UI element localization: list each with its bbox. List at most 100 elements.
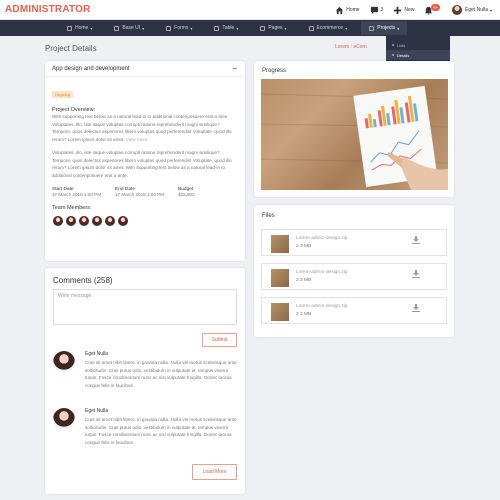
nav-label: Ecommerce (316, 25, 344, 31)
nav-pages[interactable]: Pages ▾ (260, 25, 287, 31)
avatar[interactable] (53, 351, 75, 373)
file-name[interactable]: Lorem-admin-design.zip (296, 236, 347, 241)
dropdown-item-lists[interactable]: Lists (392, 40, 444, 50)
nav-base-ui[interactable]: Base UI ▾ (114, 25, 144, 31)
cart-icon (308, 25, 314, 31)
start-date: Start Date 17 March 2018 1:00 PM (52, 187, 101, 197)
nav-home[interactable]: Home ▾ (67, 25, 92, 31)
files-card: Files Lorem-admin-design.zip 2.3 MB Lore… (254, 205, 454, 337)
caret-down-icon: ▾ (397, 25, 400, 31)
notifications-badge: 9+ (431, 3, 440, 11)
user-name: Eget Nulla (464, 7, 488, 13)
folder-icon (369, 25, 375, 31)
team-members (52, 215, 238, 227)
new-label: New (404, 7, 415, 13)
user-menu[interactable]: Eget Nulla ▾ (451, 5, 492, 15)
bullet-icon (392, 54, 394, 56)
view-more-link[interactable]: View more (126, 137, 148, 142)
notifications-button[interactable]: 9+ (424, 3, 442, 15)
pages-icon (260, 25, 266, 31)
overview-text: With supporting text below as a natural … (52, 113, 238, 143)
file-thumbnail (271, 235, 289, 253)
submit-button[interactable]: Submit (202, 333, 237, 347)
team-label: Team Members: (52, 205, 92, 211)
breadcrumb: Lorem / eCom (335, 44, 367, 50)
download-icon[interactable] (412, 304, 420, 312)
table-icon (214, 25, 220, 31)
file-thumbnail (271, 303, 289, 321)
comments-header: Comments (258) Write message (53, 276, 237, 325)
nav-label: Base UI (122, 25, 141, 31)
comment-author[interactable]: Eget Nulla (85, 408, 237, 414)
comment-body: Eget Nulla Cras sit amet nibh libero, in… (85, 408, 237, 446)
nav-projects[interactable]: Projects ▾ (361, 21, 408, 35)
comment-text: Cras sit amet nibh libero, in gravida nu… (85, 417, 237, 445)
top-actions: Home 3 New 9+ Eget Nulla ▾ (335, 0, 500, 20)
diamond-icon (114, 25, 120, 31)
dropdown-item-details[interactable]: Details (386, 50, 450, 60)
file-name[interactable]: Lorem-admin-design.zip (296, 304, 347, 309)
breadcrumb-item[interactable]: Lorem (335, 44, 349, 50)
comment-author[interactable]: Eget Nulla (85, 351, 237, 357)
download-icon[interactable] (412, 236, 420, 244)
caret-down-icon: ▾ (284, 25, 287, 31)
nav-label: Pages (268, 25, 283, 31)
user-avatar (451, 5, 462, 15)
comment-body: Eget Nulla Cras sit amet nibh libero, in… (85, 351, 237, 389)
plus-icon (394, 6, 402, 14)
file-item[interactable]: Lorem-admin-design.zip 2.3 MB (261, 229, 447, 256)
project-meta: Start Date 17 March 2018 1:00 PM End Dat… (52, 187, 238, 197)
nav-label: Forms (174, 25, 189, 31)
chat-icon (370, 6, 378, 14)
messages-link[interactable]: 3 (370, 6, 383, 15)
start-date-value: 17 March 2018 1:00 PM (52, 192, 102, 197)
file-thumbnail (271, 269, 289, 287)
progress-illustration (261, 85, 448, 190)
overview-paragraph-2: Voluptates, illo, iste itaque voluptas c… (52, 150, 232, 178)
budget: Budget $15,800 (178, 187, 195, 197)
collapse-icon[interactable]: − (232, 64, 237, 73)
avatar[interactable] (78, 215, 90, 227)
dropdown-item-label: Lists (397, 42, 406, 48)
end-date: End Date 17 March 2018 1:00 PM (115, 187, 164, 197)
project-card-header: App design and development − (45, 61, 245, 77)
download-icon[interactable] (412, 270, 420, 278)
nav-ecommerce[interactable]: Ecommerce ▾ (308, 25, 347, 31)
avatar[interactable] (104, 215, 116, 227)
file-size: 2.3 MB (296, 244, 312, 249)
form-icon (166, 25, 172, 31)
end-date-value: 17 March 2018 1:00 PM (115, 192, 165, 197)
avatar[interactable] (52, 215, 64, 227)
comment-textarea[interactable]: Write message (53, 289, 237, 325)
home-link[interactable]: Home (335, 6, 360, 15)
budget-value: $15,800 (178, 192, 195, 197)
comment-text: Cras sit amet nibh libero, in gravida nu… (85, 360, 237, 388)
new-button[interactable]: New (393, 6, 414, 15)
avatar[interactable] (91, 215, 103, 227)
breadcrumb-item[interactable]: eCom (353, 44, 366, 50)
file-item[interactable]: Lorem-admin-design.zip 2.3 MB (261, 297, 447, 324)
file-item[interactable]: Lorem-admin-design.zip 2.3 MB (261, 263, 447, 290)
avatar[interactable] (65, 215, 77, 227)
main-navbar: Home ▾ Base UI ▾ Forms ▾ Table ▾ Pages ▾ Ecom… (0, 20, 500, 36)
caret-down-icon: ▾ (90, 25, 93, 31)
page-title: Project Details (45, 44, 97, 53)
avatar[interactable] (117, 215, 129, 227)
nav-forms[interactable]: Forms ▾ (166, 25, 192, 31)
nav-label: Home (75, 25, 89, 31)
caret-down-icon: ▾ (142, 25, 145, 31)
progress-card: Progress (254, 61, 454, 197)
file-size: 2.3 MB (296, 278, 312, 283)
caret-down-icon: ▾ (190, 25, 193, 31)
avatar[interactable] (53, 408, 75, 430)
file-size: 2.3 MB (296, 312, 312, 317)
caret-down-icon: ▾ (236, 25, 239, 31)
load-more-button[interactable]: Load More (192, 464, 237, 480)
brand-title[interactable]: ADMINISTRATOR (5, 4, 91, 15)
nav-table[interactable]: Table ▾ (214, 25, 238, 31)
home-icon (336, 6, 344, 14)
comments-title: Comments (258) (53, 276, 113, 285)
files-title: Files (262, 213, 275, 219)
project-card: App design and development − Ongoing Pro… (45, 61, 245, 261)
file-name[interactable]: Lorem-admin-design.zip (296, 270, 347, 275)
